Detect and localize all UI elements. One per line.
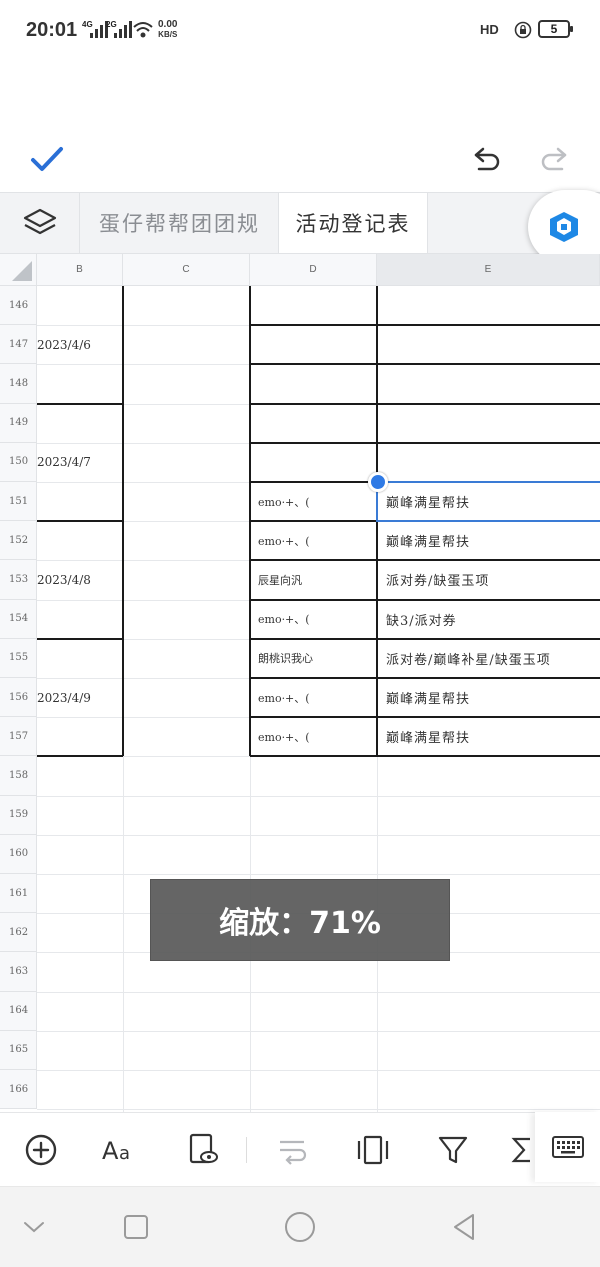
grid-line: [37, 795, 600, 797]
cell-border: [37, 637, 123, 640]
row-header[interactable]: 161: [0, 874, 37, 914]
hd-indicator: HD: [480, 22, 499, 37]
tab-team-rules[interactable]: 蛋仔帮帮团团规: [81, 193, 278, 253]
row-header[interactable]: 152: [0, 521, 37, 561]
name-cell[interactable]: emo·+、(: [252, 679, 377, 716]
name-cell[interactable]: emo·+、(: [252, 718, 377, 755]
row-header[interactable]: 157: [0, 717, 37, 757]
zoom-toast: 缩放：71%: [150, 879, 450, 961]
recent-apps-icon[interactable]: [116, 1209, 156, 1245]
row-header[interactable]: 159: [0, 795, 37, 835]
grid-line: [37, 1109, 600, 1111]
activity-cell[interactable]: 巅峰满星帮扶: [380, 718, 600, 755]
wrap-text-icon[interactable]: [270, 1123, 316, 1177]
undo-icon[interactable]: [468, 138, 508, 178]
row-header[interactable]: 153: [0, 560, 37, 600]
name-cell[interactable]: emo·+、(: [252, 483, 377, 520]
freeze-columns-icon[interactable]: [350, 1123, 396, 1177]
svg-text:a: a: [119, 1143, 130, 1164]
status-bar: 20:01 4G 2G 0.00 KB/S HD 5: [0, 0, 600, 62]
row-header[interactable]: 165: [0, 1030, 37, 1070]
row-header[interactable]: 156: [0, 678, 37, 718]
row-header[interactable]: 163: [0, 952, 37, 992]
cell-border: [250, 755, 600, 758]
column-header-d[interactable]: D: [250, 254, 377, 286]
redo-icon[interactable]: [533, 138, 573, 178]
name-cell[interactable]: 辰星向汎: [252, 561, 377, 598]
name-cell[interactable]: emo·+、(: [252, 601, 377, 638]
grid-line: [37, 874, 600, 875]
date-cell[interactable]: 2023/4/6: [37, 288, 123, 402]
row-header[interactable]: 150: [0, 442, 37, 482]
selection-handle[interactable]: [368, 472, 388, 492]
row-header[interactable]: 147: [0, 325, 37, 365]
top-toolbar: [0, 130, 600, 190]
name-cell[interactable]: 朗桃识我心: [252, 640, 377, 677]
chevron-down-icon[interactable]: [14, 1209, 54, 1245]
cell-border: [37, 755, 123, 758]
row-header[interactable]: 148: [0, 364, 37, 404]
activity-cell[interactable]: 缺3/派对券: [380, 601, 600, 638]
net-speed: 0.00 KB/S: [158, 19, 178, 40]
back-icon[interactable]: [444, 1209, 484, 1245]
page-preview-icon[interactable]: [180, 1123, 224, 1177]
grid-line: [37, 991, 600, 993]
grid-line: [37, 1070, 600, 1071]
tab-activity-register[interactable]: 活动登记表: [278, 193, 428, 253]
date-cell[interactable]: 2023/4/9: [37, 641, 123, 755]
plus-circle-icon[interactable]: [18, 1123, 64, 1177]
activity-cell[interactable]: 巅峰满星帮扶: [380, 679, 600, 716]
row-header[interactable]: 151: [0, 482, 37, 522]
home-icon[interactable]: [280, 1209, 320, 1245]
column-header-b[interactable]: B: [37, 254, 123, 286]
row-header[interactable]: 160: [0, 834, 37, 874]
activity-cell[interactable]: 派对券/缺蛋玉项: [380, 561, 600, 598]
row-header[interactable]: 149: [0, 403, 37, 443]
row-header[interactable]: 162: [0, 913, 37, 953]
check-icon[interactable]: [24, 138, 70, 180]
status-time: 20:01: [26, 19, 78, 41]
alarm-lock-icon: [514, 21, 532, 43]
grid-line: [37, 1030, 600, 1032]
sigma-icon[interactable]: [508, 1123, 538, 1177]
row-header[interactable]: 146: [0, 286, 37, 326]
activity-cell[interactable]: 派对卷/巅峰补星/缺蛋玉项: [380, 640, 600, 677]
battery-indicator: 5: [538, 20, 573, 38]
column-header-c[interactable]: C: [123, 254, 250, 286]
date-cell[interactable]: 2023/4/8: [37, 523, 123, 637]
svg-text:A: A: [102, 1137, 119, 1165]
wifi-icon: [132, 20, 154, 44]
toolbar-divider: [246, 1137, 247, 1163]
sheet-tabs-bar: 蛋仔帮帮团团规 活动登记表: [0, 192, 600, 254]
select-all-corner[interactable]: [0, 254, 37, 286]
cell-border: [250, 363, 600, 366]
layers-icon[interactable]: [0, 193, 80, 253]
wps-logo-icon: [550, 212, 578, 242]
row-header[interactable]: 155: [0, 638, 37, 678]
grid-line: [37, 834, 600, 836]
filter-icon[interactable]: [430, 1123, 476, 1177]
row-header[interactable]: 166: [0, 1070, 37, 1110]
system-nav-bar: [0, 1186, 600, 1267]
activity-cell[interactable]: 巅峰满星帮扶: [380, 522, 600, 559]
cell-border: [250, 441, 600, 444]
font-format-icon[interactable]: Aa: [96, 1123, 144, 1177]
cell-border: [250, 324, 600, 327]
spreadsheet-grid[interactable]: B C D E 146 147 148 149 150 151 152 153 154 155 156 157…: [0, 254, 600, 1112]
keyboard-icon[interactable]: [535, 1112, 600, 1182]
date-cell[interactable]: 2023/4/7: [37, 406, 123, 520]
row-header[interactable]: 154: [0, 599, 37, 639]
column-header-e[interactable]: E: [377, 254, 600, 286]
cell-selection[interactable]: [376, 481, 600, 523]
cell-border: [37, 520, 123, 523]
app-logo-float-button[interactable]: [528, 190, 600, 264]
format-toolbar: Aa: [0, 1112, 600, 1186]
row-header[interactable]: 158: [0, 756, 37, 796]
cell-border: [250, 402, 600, 405]
row-header[interactable]: 164: [0, 991, 37, 1031]
name-cell[interactable]: emo·+、(: [252, 522, 377, 559]
cell-border: [37, 402, 123, 405]
